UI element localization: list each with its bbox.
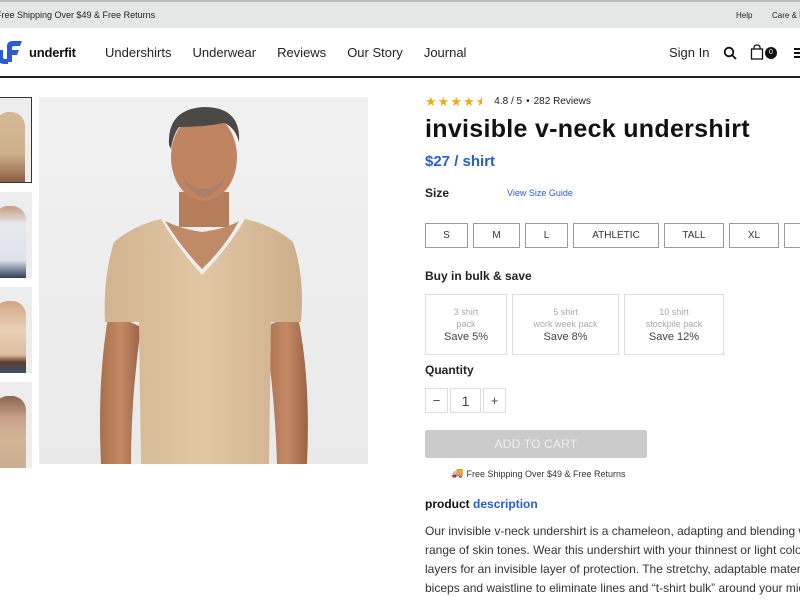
size-option-athletic[interactable]: ATHLETIC (573, 223, 659, 248)
bulk-label: Buy in bulk & save (425, 269, 532, 283)
star-icon: ★ (462, 94, 475, 109)
thumbnail-4[interactable] (0, 382, 32, 468)
bulk-option-3-pack[interactable]: 3 shirt pack Save 5% (425, 294, 507, 355)
nav-journal[interactable]: Journal (424, 45, 467, 60)
bulk-savings: Save 8% (543, 331, 588, 343)
review-count-link[interactable]: 282 Reviews (534, 96, 591, 107)
logo-mark-icon (0, 41, 22, 64)
star-icon: ★ (425, 94, 437, 109)
size-guide-link[interactable]: View Size Guide (507, 188, 573, 198)
shipping-note: 🚚 Free Shipping Over $49 & Free Returns (451, 468, 626, 479)
help-link[interactable]: Help (736, 11, 752, 20)
description-line: range of skin tones. Wear this undershir… (425, 543, 800, 557)
rating-summary[interactable]: ★ ★ ★ ★ ★ 4.8 / 5 • 282 Reviews (425, 95, 591, 108)
shopping-bag-icon[interactable] (750, 44, 764, 60)
product-description: Our invisible v-neck undershirt is a cha… (425, 522, 800, 598)
nav-links: Undershirts Underwear Reviews Our Story … (105, 45, 487, 60)
add-to-cart-button[interactable]: ADD TO CART (425, 430, 647, 458)
thumbnail-3[interactable] (0, 287, 32, 373)
search-icon[interactable] (723, 46, 737, 60)
size-option-s[interactable]: S (425, 223, 468, 248)
truck-icon: 🚚 (451, 468, 464, 479)
model-illustration (39, 97, 368, 464)
description-heading-part-2: description (473, 497, 538, 511)
bulk-options: 3 shirt pack Save 5% 5 shirt work week p… (425, 294, 729, 355)
nav-undershirts[interactable]: Undershirts (105, 45, 171, 60)
product-title: invisible v-neck undershirt (425, 115, 750, 143)
description-line: layers for an invisible layer of protect… (425, 562, 800, 576)
size-option-m[interactable]: M (473, 223, 520, 248)
rating-value: 4.8 / 5 (494, 96, 523, 107)
bulk-savings: Save 5% (443, 331, 489, 343)
nav-reviews[interactable]: Reviews (277, 45, 326, 60)
main-product-image[interactable] (39, 97, 368, 464)
bulk-line-1: 5 shirt (553, 307, 578, 317)
bulk-savings: Save 12% (648, 331, 700, 343)
thumbnail-1[interactable] (0, 97, 32, 183)
bulk-line-1: 10 shirt (659, 307, 689, 317)
product-price: $27 / shirt (425, 153, 496, 170)
shipping-note-text: Free Shipping Over $49 & Free Returns (466, 468, 626, 479)
nav-underwear[interactable]: Underwear (192, 45, 256, 60)
bulk-option-5-pack[interactable]: 5 shirt work week pack Save 8% (512, 294, 619, 355)
bulk-line-2: work week pack (533, 319, 598, 329)
quantity-stepper: − 1 + (425, 388, 508, 413)
description-heading: product description (425, 497, 538, 511)
announcement-bar: Free Shipping Over $49 & Free Returns He… (0, 0, 800, 28)
brand-logo[interactable]: underfit (0, 40, 90, 66)
size-label: Size (425, 186, 450, 200)
rating-separator: • (526, 96, 530, 107)
bulk-option-10-pack[interactable]: 10 shirt stockpile pack Save 12% (624, 294, 724, 355)
sign-in-link[interactable]: Sign In (669, 45, 709, 60)
description-line: Our invisible v-neck undershirt is a cha… (425, 524, 800, 538)
star-rating: ★ ★ ★ ★ ★ (425, 95, 488, 108)
decrease-quantity-button[interactable]: − (425, 388, 448, 413)
description-line: biceps and waistline to eliminate lines … (425, 581, 800, 595)
star-icon: ★ (450, 94, 462, 109)
bulk-line-2: pack (456, 319, 476, 329)
increase-quantity-button[interactable]: + (483, 388, 506, 413)
quantity-input[interactable]: 1 (450, 388, 481, 413)
size-options: S M L ATHLETIC TALL XL (425, 223, 800, 248)
cart-count-badge: 0 (765, 47, 777, 59)
thumbnail-2[interactable] (0, 192, 32, 278)
bulk-line-2: stockpile pack (645, 319, 703, 329)
bulk-line-1: 3 shirt (453, 307, 479, 317)
half-star-icon: ★ (475, 94, 488, 109)
promo-text: Free Shipping Over $49 & Free Returns (0, 10, 156, 20)
menu-icon[interactable] (794, 48, 800, 58)
description-heading-part-1: product (425, 497, 470, 511)
thumbnail-list (0, 97, 32, 477)
size-option-more[interactable] (784, 223, 800, 248)
size-option-xl[interactable]: XL (729, 223, 779, 248)
nav-our-story[interactable]: Our Story (347, 45, 403, 60)
brand-name: underfit (29, 45, 76, 60)
star-icon: ★ (437, 94, 450, 109)
main-nav: underfit Undershirts Underwear Reviews O… (0, 28, 800, 78)
quantity-label: Quantity (425, 363, 474, 377)
size-option-l[interactable]: L (525, 223, 568, 248)
care-fit-link[interactable]: Care & Fit (772, 11, 800, 20)
size-option-tall[interactable]: TALL (664, 223, 724, 248)
